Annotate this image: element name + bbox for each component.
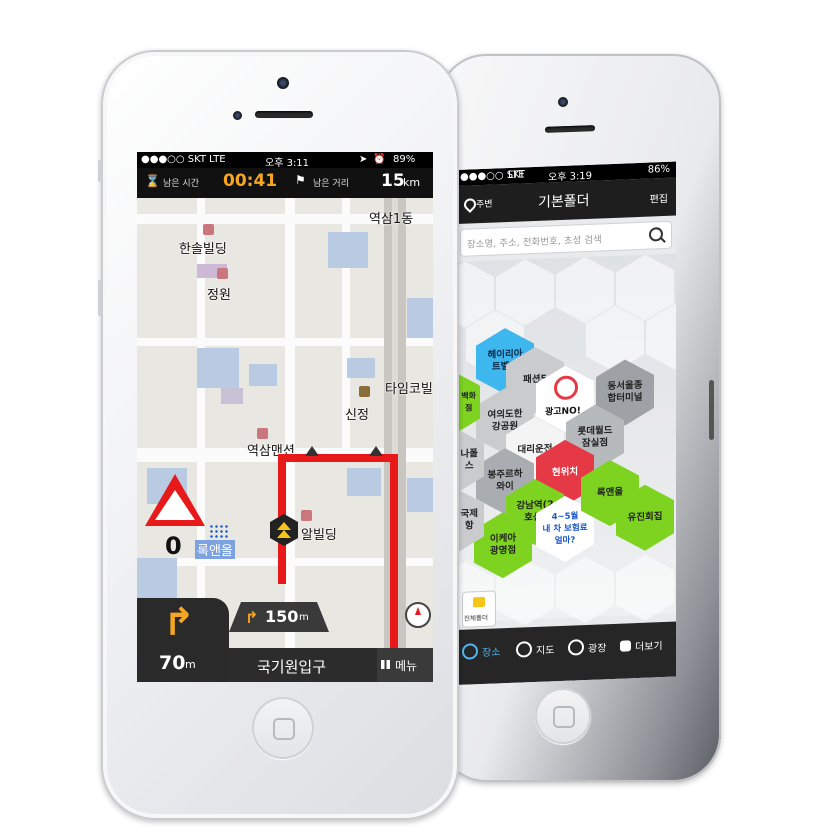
map-label-lockandall: 록앤올: [195, 540, 235, 559]
all-folders-button[interactable]: 전체폴더: [462, 590, 496, 628]
tab-places[interactable]: 장소: [462, 628, 500, 673]
tab-plaza-label: 광장: [588, 642, 607, 655]
hourglass-icon: ⌛: [145, 174, 160, 188]
remaining-distance: 15: [381, 171, 405, 191]
header-bar: 주변 기본폴더 편집: [456, 177, 676, 224]
tab-map[interactable]: 지도: [516, 626, 554, 671]
no-ad-icon: [554, 375, 578, 400]
search-placeholder: 장소명, 주소, 전화번호, 초성 검색: [467, 234, 602, 251]
proximity-sensor: [233, 111, 242, 120]
battery-text: 86%: [647, 163, 670, 176]
folder-icon: [473, 596, 485, 608]
tab-map-label: 지도: [536, 644, 555, 657]
carrier-text: ●●●○○ SKT: [141, 154, 207, 165]
menu-label: 메뉴: [395, 659, 418, 673]
globe-icon: [516, 641, 532, 658]
remaining-time-label: 남은 시간: [163, 179, 199, 189]
map-label-timecoville: 타임코빌: [385, 382, 433, 397]
network-text: LTE: [209, 154, 226, 165]
route-marker-icon: [305, 446, 319, 456]
edit-button[interactable]: 편집: [650, 190, 668, 206]
tab-plaza[interactable]: 광장: [568, 624, 606, 669]
map-label-jeongwon: 정원: [207, 288, 231, 303]
turn-right-small-icon: ↱: [245, 608, 259, 627]
remaining-distance-unit: km: [403, 176, 421, 189]
navigation-screen: ●●●○○ SKT LTE 오후 3:11 ➤ ⏰ 89% ⌛ 남은 시간 00…: [137, 152, 433, 682]
turn-right-icon: ↱: [163, 600, 195, 644]
volume-button-2: [98, 160, 102, 182]
map-label-hansol: 한솔빌딩: [179, 242, 227, 257]
remaining-time: 00:41: [223, 171, 278, 191]
earpiece: [255, 111, 313, 118]
folder-title: 기본폴더: [538, 192, 590, 211]
menu-button[interactable]: 메뉴: [377, 648, 433, 682]
plaza-icon: [568, 639, 584, 656]
tab-more[interactable]: 더보기: [620, 622, 663, 668]
next-turn-unit: m: [299, 612, 309, 623]
no-ad-label: 광고NO!: [545, 406, 581, 418]
next-turn-distance: 150: [265, 607, 299, 626]
grid-icon: [381, 660, 390, 669]
volume-button: [98, 280, 102, 316]
building-icon: [203, 224, 214, 235]
home-button[interactable]: [535, 688, 591, 744]
all-folders-label: 전체폴더: [464, 613, 488, 623]
map-label-sinjeong: 신정: [345, 408, 369, 423]
poi-dots-icon: [209, 524, 229, 540]
turn-panel: ↱ 70 m: [137, 598, 229, 682]
remaining-distance-label: 남은 거리: [313, 179, 349, 189]
front-camera: [558, 97, 568, 107]
alarm-icon: ⏰: [373, 154, 386, 165]
building-icon: [257, 428, 268, 439]
places-icon: [462, 643, 478, 660]
building-icon: [301, 510, 312, 521]
tab-bar: 장소 지도 광장 더보기: [456, 621, 676, 685]
compass-icon[interactable]: [405, 602, 431, 628]
search-icon-handle: [660, 237, 666, 243]
restaurant-icon: [359, 386, 370, 397]
more-icon: [620, 639, 631, 652]
route-marker-icon: [369, 446, 383, 456]
road-name: 국기원입구: [257, 658, 327, 676]
warning-distance: 0: [165, 532, 182, 560]
places-screen: ●●●○○ SKT LTE 오후 3:19 86% 주변 기본폴더 편집 장소명…: [456, 161, 676, 685]
area-label: 역삼1동: [369, 212, 414, 227]
network-text: LTE: [508, 169, 525, 182]
route-info-bar: ⌛ 남은 시간 00:41 ⚑ 남은 거리 15 km: [137, 168, 433, 198]
flag-icon: ⚑: [295, 173, 306, 187]
turn-distance: 70: [159, 652, 186, 674]
turn-distance-unit: m: [185, 658, 196, 671]
status-bar: ●●●○○ SKT LTE 오후 3:11 ➤ ⏰ 89%: [137, 152, 433, 169]
building-icon: [217, 268, 228, 279]
next-turn-panel: ↱ 150 m: [229, 602, 329, 632]
tab-more-label: 더보기: [635, 640, 663, 653]
map-label-al-building: 알빌딩: [301, 528, 337, 543]
nearby-button[interactable]: 주변: [476, 197, 493, 211]
tab-places-label: 장소: [482, 646, 501, 659]
side-button: [709, 380, 714, 440]
clock-text: 오후 3:11: [265, 158, 310, 169]
front-camera: [277, 77, 289, 89]
search-field[interactable]: 장소명, 주소, 전화번호, 초성 검색: [460, 220, 672, 257]
location-arrow-icon: ➤: [359, 154, 368, 165]
battery-text: 89%: [393, 154, 416, 165]
home-button[interactable]: [252, 697, 314, 759]
